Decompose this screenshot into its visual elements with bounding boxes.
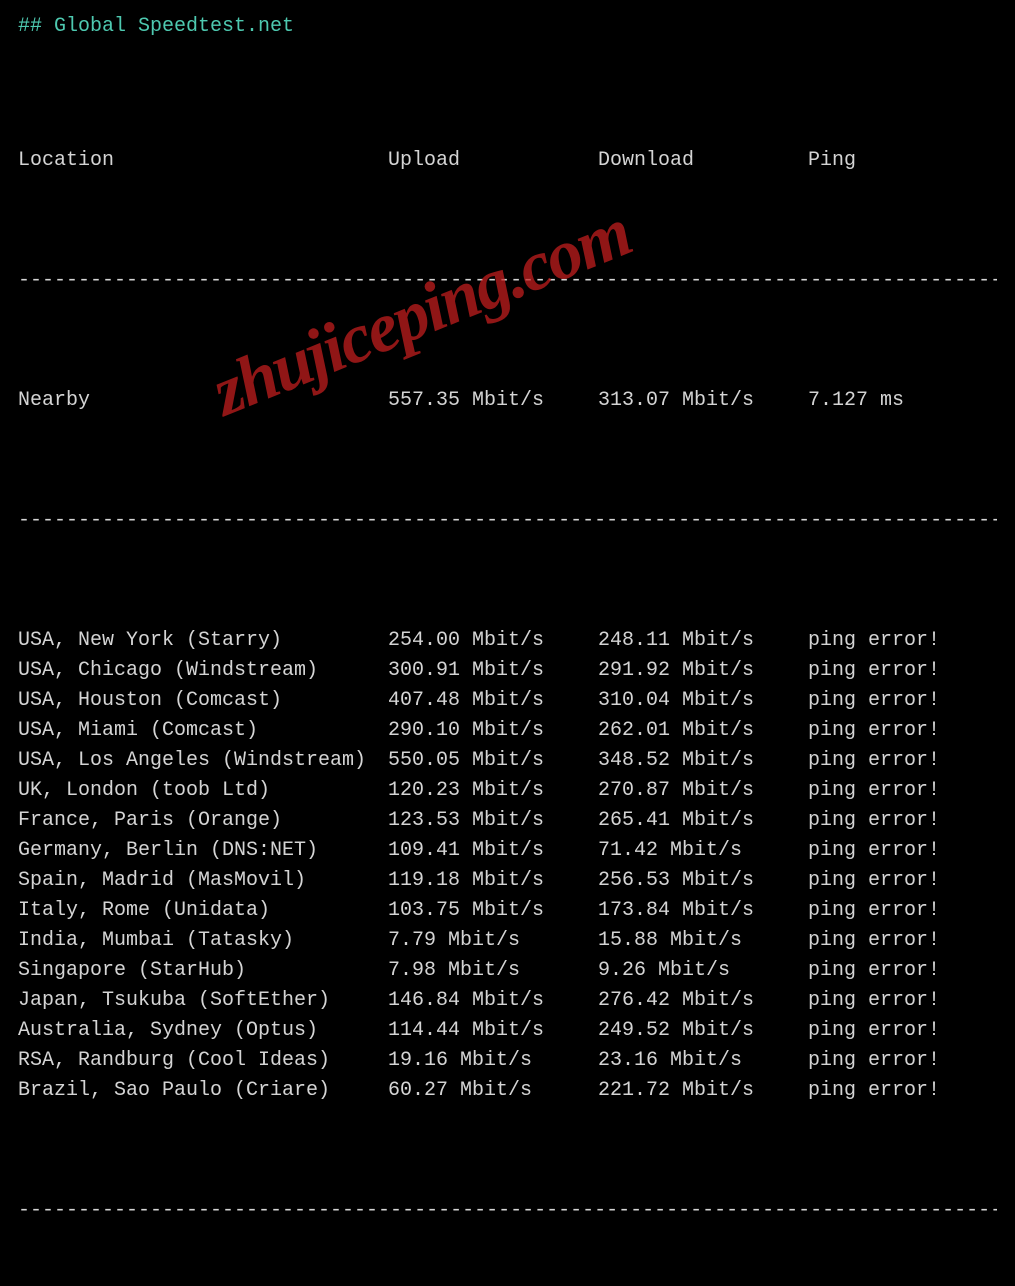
cell-location: Brazil, Sao Paulo (Criare) xyxy=(18,1076,388,1106)
cell-location: Spain, Madrid (MasMovil) xyxy=(18,866,388,896)
cell-upload: 103.75 Mbit/s xyxy=(388,896,598,926)
cell-ping: ping error! xyxy=(808,776,940,806)
table-row: USA, Los Angeles (Windstream)550.05 Mbit… xyxy=(18,746,997,776)
cell-location: India, Mumbai (Tatasky) xyxy=(18,926,388,956)
header-upload: Upload xyxy=(388,146,598,176)
table-row: RSA, Randburg (Cool Ideas)19.16 Mbit/s23… xyxy=(18,1046,997,1076)
cell-upload: 7.98 Mbit/s xyxy=(388,956,598,986)
cell-download: 348.52 Mbit/s xyxy=(598,746,808,776)
cell-ping: ping error! xyxy=(808,1046,940,1076)
cell-ping: ping error! xyxy=(808,686,940,716)
nearby-ping: 7.127 ms xyxy=(808,386,904,416)
cell-upload: 19.16 Mbit/s xyxy=(388,1046,598,1076)
cell-location: USA, Miami (Comcast) xyxy=(18,716,388,746)
cell-location: Australia, Sydney (Optus) xyxy=(18,1016,388,1046)
cell-ping: ping error! xyxy=(808,926,940,956)
cell-ping: ping error! xyxy=(808,896,940,926)
cell-download: 221.72 Mbit/s xyxy=(598,1076,808,1106)
cell-upload: 550.05 Mbit/s xyxy=(388,746,598,776)
cell-ping: ping error! xyxy=(808,746,940,776)
table-row: Germany, Berlin (DNS:NET)109.41 Mbit/s71… xyxy=(18,836,997,866)
table-row: UK, London (toob Ltd)120.23 Mbit/s270.87… xyxy=(18,776,997,806)
cell-upload: 123.53 Mbit/s xyxy=(388,806,598,836)
cell-ping: ping error! xyxy=(808,1076,940,1106)
table-row: Singapore (StarHub)7.98 Mbit/s9.26 Mbit/… xyxy=(18,956,997,986)
cell-upload: 109.41 Mbit/s xyxy=(388,836,598,866)
speedtest-table: Location Upload Download Ping ----------… xyxy=(18,56,997,1286)
cell-location: USA, New York (Starry) xyxy=(18,626,388,656)
cell-download: 71.42 Mbit/s xyxy=(598,836,808,866)
cell-ping: ping error! xyxy=(808,866,940,896)
table-header: Location Upload Download Ping xyxy=(18,146,997,176)
cell-location: RSA, Randburg (Cool Ideas) xyxy=(18,1046,388,1076)
cell-upload: 300.91 Mbit/s xyxy=(388,656,598,686)
table-row: Italy, Rome (Unidata)103.75 Mbit/s173.84… xyxy=(18,896,997,926)
cell-location: Singapore (StarHub) xyxy=(18,956,388,986)
cell-ping: ping error! xyxy=(808,716,940,746)
table-row: USA, New York (Starry)254.00 Mbit/s248.1… xyxy=(18,626,997,656)
cell-download: 23.16 Mbit/s xyxy=(598,1046,808,1076)
cell-upload: 290.10 Mbit/s xyxy=(388,716,598,746)
cell-location: Italy, Rome (Unidata) xyxy=(18,896,388,926)
table-row: USA, Miami (Comcast)290.10 Mbit/s262.01 … xyxy=(18,716,997,746)
cell-upload: 120.23 Mbit/s xyxy=(388,776,598,806)
cell-ping: ping error! xyxy=(808,956,940,986)
table-row: Spain, Madrid (MasMovil)119.18 Mbit/s256… xyxy=(18,866,997,896)
cell-ping: ping error! xyxy=(808,1016,940,1046)
table-row: USA, Houston (Comcast)407.48 Mbit/s310.0… xyxy=(18,686,997,716)
divider: ----------------------------------------… xyxy=(18,506,997,536)
table-row: USA, Chicago (Windstream)300.91 Mbit/s29… xyxy=(18,656,997,686)
cell-upload: 114.44 Mbit/s xyxy=(388,1016,598,1046)
cell-upload: 60.27 Mbit/s xyxy=(388,1076,598,1106)
cell-download: 256.53 Mbit/s xyxy=(598,866,808,896)
header-download: Download xyxy=(598,146,808,176)
cell-location: Japan, Tsukuba (SoftEther) xyxy=(18,986,388,1016)
cell-download: 249.52 Mbit/s xyxy=(598,1016,808,1046)
cell-ping: ping error! xyxy=(808,986,940,1016)
cell-upload: 146.84 Mbit/s xyxy=(388,986,598,1016)
cell-download: 310.04 Mbit/s xyxy=(598,686,808,716)
nearby-upload: 557.35 Mbit/s xyxy=(388,386,598,416)
cell-location: France, Paris (Orange) xyxy=(18,806,388,836)
divider: ----------------------------------------… xyxy=(18,1196,997,1226)
cell-upload: 119.18 Mbit/s xyxy=(388,866,598,896)
header-ping: Ping xyxy=(808,146,856,176)
cell-download: 276.42 Mbit/s xyxy=(598,986,808,1016)
divider: ----------------------------------------… xyxy=(18,266,997,296)
table-row: Australia, Sydney (Optus)114.44 Mbit/s24… xyxy=(18,1016,997,1046)
cell-location: UK, London (toob Ltd) xyxy=(18,776,388,806)
cell-ping: ping error! xyxy=(808,836,940,866)
header-location: Location xyxy=(18,146,388,176)
table-row: Japan, Tsukuba (SoftEther)146.84 Mbit/s2… xyxy=(18,986,997,1016)
cell-download: 262.01 Mbit/s xyxy=(598,716,808,746)
cell-upload: 254.00 Mbit/s xyxy=(388,626,598,656)
nearby-download: 313.07 Mbit/s xyxy=(598,386,808,416)
cell-download: 248.11 Mbit/s xyxy=(598,626,808,656)
cell-ping: ping error! xyxy=(808,626,940,656)
cell-download: 291.92 Mbit/s xyxy=(598,656,808,686)
cell-upload: 7.79 Mbit/s xyxy=(388,926,598,956)
cell-ping: ping error! xyxy=(808,806,940,836)
table-row: France, Paris (Orange)123.53 Mbit/s265.4… xyxy=(18,806,997,836)
cell-download: 9.26 Mbit/s xyxy=(598,956,808,986)
cell-location: USA, Los Angeles (Windstream) xyxy=(18,746,388,776)
table-row: India, Mumbai (Tatasky)7.79 Mbit/s15.88 … xyxy=(18,926,997,956)
cell-ping: ping error! xyxy=(808,656,940,686)
cell-download: 173.84 Mbit/s xyxy=(598,896,808,926)
table-row: Brazil, Sao Paulo (Criare)60.27 Mbit/s22… xyxy=(18,1076,997,1106)
nearby-row: Nearby 557.35 Mbit/s 313.07 Mbit/s 7.127… xyxy=(18,386,997,416)
cell-location: USA, Houston (Comcast) xyxy=(18,686,388,716)
section-title: ## Global Speedtest.net xyxy=(18,12,997,42)
cell-download: 15.88 Mbit/s xyxy=(598,926,808,956)
cell-upload: 407.48 Mbit/s xyxy=(388,686,598,716)
cell-download: 270.87 Mbit/s xyxy=(598,776,808,806)
cell-location: Germany, Berlin (DNS:NET) xyxy=(18,836,388,866)
cell-download: 265.41 Mbit/s xyxy=(598,806,808,836)
cell-location: USA, Chicago (Windstream) xyxy=(18,656,388,686)
nearby-location: Nearby xyxy=(18,386,388,416)
